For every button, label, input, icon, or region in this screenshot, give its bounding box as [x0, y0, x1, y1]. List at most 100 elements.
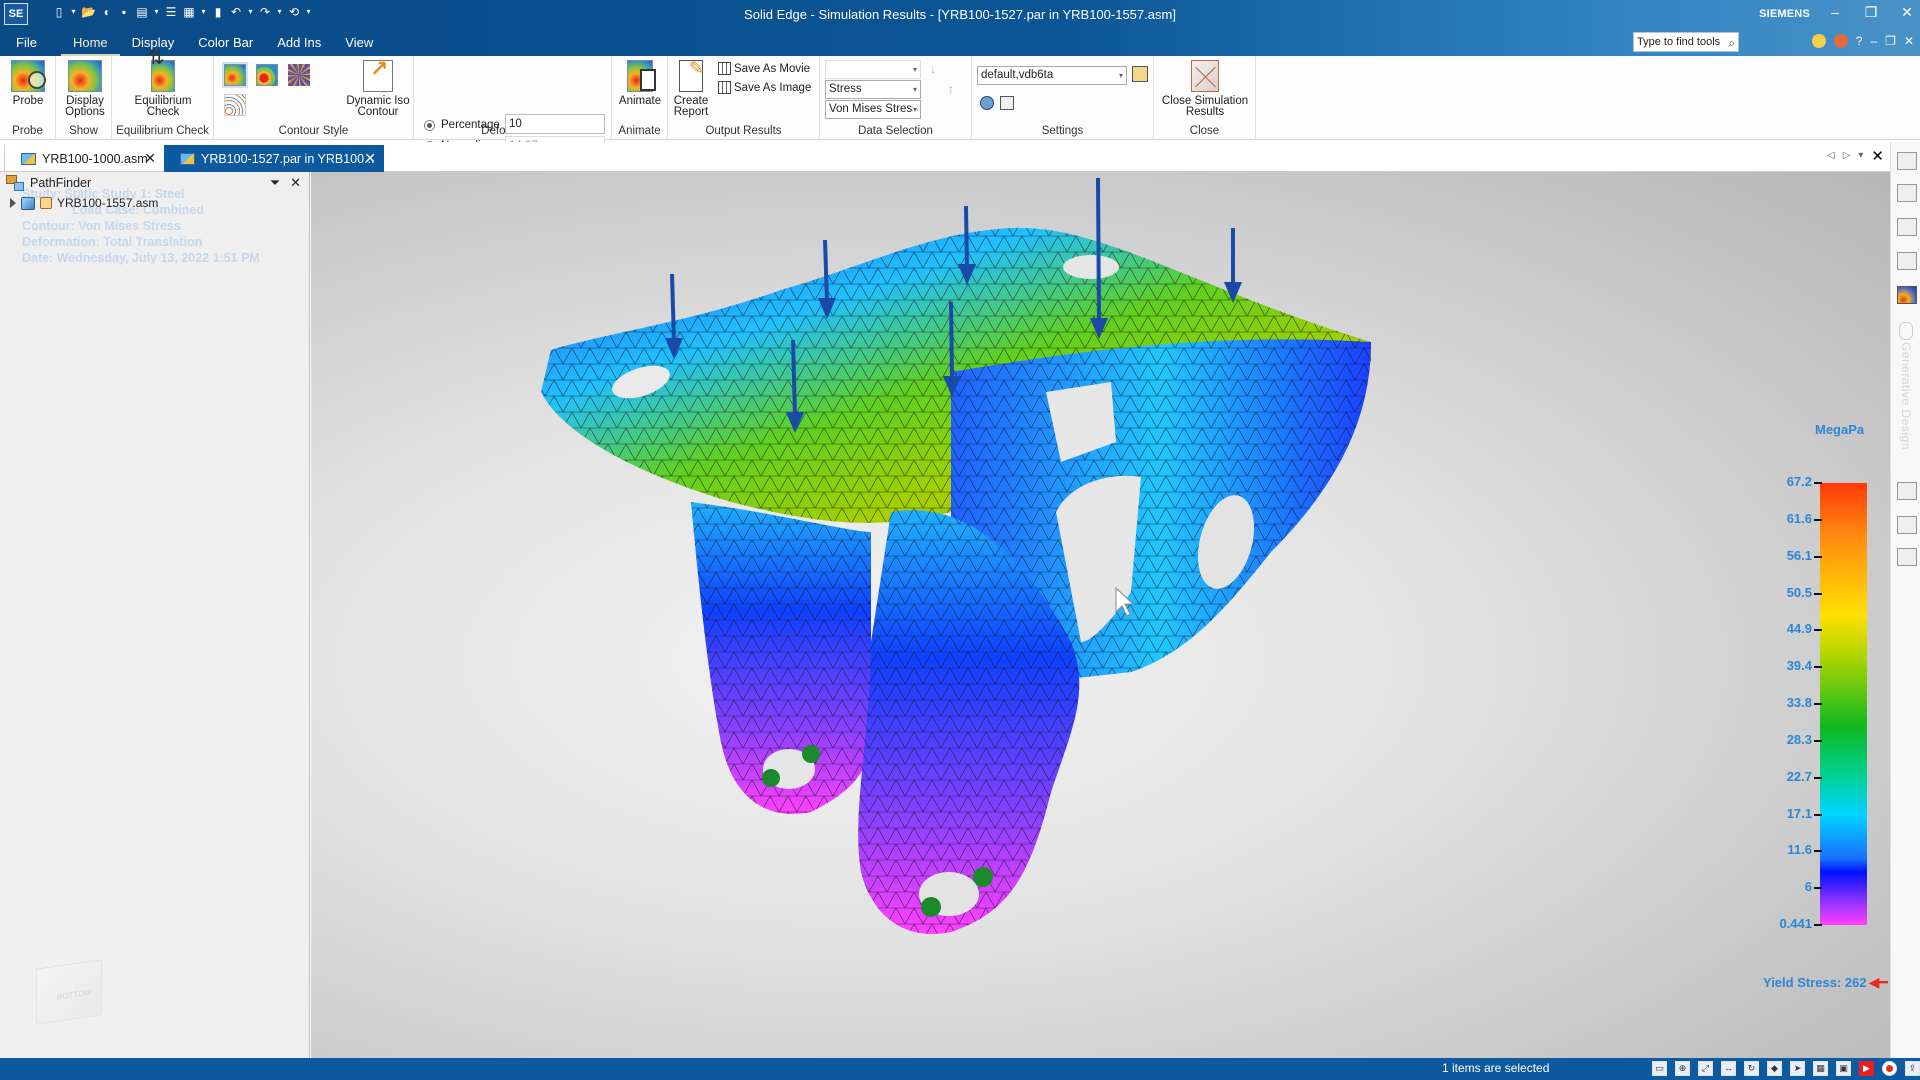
animate-label: Animate	[618, 95, 662, 107]
ribbon: Probe Probe Display Options Show Equilib…	[0, 53, 1920, 173]
tree-item-label: YRB100-1557.asm	[57, 196, 159, 210]
selection-icon[interactable]: ▣	[1836, 1061, 1851, 1076]
study-info-line: Date: Wednesday, July 13, 2022 1:51 PM	[22, 251, 260, 265]
animate-button[interactable]: Animate	[618, 60, 662, 107]
pan-icon[interactable]: ↔	[1721, 1061, 1736, 1076]
grid-icon[interactable]	[1897, 252, 1917, 270]
tab-view[interactable]: View	[333, 32, 385, 56]
navigate-icon[interactable]: ➤	[1790, 1061, 1805, 1076]
minimize-button[interactable]: –	[1828, 4, 1842, 21]
iso-lines-icon[interactable]	[224, 94, 246, 116]
tree-item[interactable]: YRB100-1557.asm	[10, 196, 158, 210]
animate-icon	[627, 60, 656, 92]
assembly-view-icon[interactable]	[1897, 184, 1917, 202]
save-settings-icon[interactable]	[1132, 66, 1148, 82]
doc-minimize-button[interactable]: –	[1870, 34, 1877, 48]
color-results-icon[interactable]	[1897, 286, 1917, 304]
rotate-icon[interactable]: ↻	[1744, 1061, 1759, 1076]
save-as-image-label: Save As Image	[734, 81, 812, 94]
close-simulation-results-button[interactable]: Close Simulation Results	[1158, 60, 1252, 118]
doc-tab-yrb100-1000[interactable]: YRB100-1000.asm ✕	[4, 145, 164, 172]
zoom-area-icon[interactable]: ▭	[1652, 1061, 1667, 1076]
window-controls: – ❐ ✕	[1828, 4, 1914, 21]
fit-icon[interactable]: ⤢	[1698, 1061, 1713, 1076]
doc-close-button[interactable]: ✕	[1904, 34, 1914, 48]
fea-mesh-model[interactable]	[311, 172, 1890, 1058]
selection-status: 1 items are selected	[1442, 1061, 1550, 1075]
expand-icon[interactable]	[10, 198, 16, 208]
youtube-icon[interactable]: ▶	[1859, 1061, 1874, 1076]
tab-scroll-left-icon[interactable]: ◁	[1827, 150, 1835, 165]
percentage-label: Percentage	[441, 119, 500, 131]
legend-tick-label: 50.5	[1707, 585, 1822, 600]
rendering-icon[interactable]	[1897, 482, 1917, 500]
siemens-brand: SIEMENS	[1759, 8, 1810, 20]
group-label-close: Close	[1189, 125, 1220, 137]
create-report-button[interactable]: Create Report	[672, 60, 710, 118]
smile-feedback-icon[interactable]	[1811, 34, 1826, 48]
percentage-option[interactable]: Percentage	[424, 119, 500, 131]
close-window-button[interactable]: ✕	[1900, 4, 1914, 21]
record-icon[interactable]	[1882, 1061, 1897, 1076]
percentage-radio[interactable]	[424, 119, 435, 131]
color-bar[interactable]	[1820, 483, 1867, 925]
doc-restore-button[interactable]: ❐	[1885, 34, 1896, 48]
help-controls: ? – ❐ ✕	[1811, 34, 1914, 48]
percentage-input[interactable]: 10	[505, 114, 605, 134]
tab-file[interactable]: File	[0, 32, 61, 56]
layers-icon[interactable]: ▦	[1813, 1061, 1828, 1076]
tab-color-bar[interactable]: Color Bar	[186, 32, 265, 56]
frown-feedback-icon[interactable]	[1833, 34, 1848, 48]
load-settings-icon[interactable]	[980, 96, 994, 110]
save-as-image-button[interactable]: Save As Image	[718, 81, 811, 94]
tab-home[interactable]: Home	[60, 32, 120, 56]
result-type-combo[interactable]: Stress ▾	[825, 80, 921, 99]
generative-design-icon[interactable]	[1899, 322, 1913, 340]
close-all-tabs-icon[interactable]: ✕	[1871, 147, 1884, 165]
smooth-contour-icon[interactable]	[222, 62, 248, 88]
structure-icon[interactable]	[1897, 516, 1917, 534]
settings-options-icon[interactable]	[1000, 96, 1014, 110]
tab-list-icon[interactable]: ▾	[1858, 150, 1863, 165]
equilibrium-check-button[interactable]: Equilibrium Check	[130, 53, 196, 118]
view-style-icon[interactable]: ◆	[1767, 1061, 1782, 1076]
search-icon[interactable]: ⌕	[1728, 34, 1735, 52]
graphics-viewport[interactable]: MegaPa 67.2 61.6 56.1 50.5 44.9 39.4 33.8 28.3 2…	[311, 172, 1890, 1058]
settings-gear-icon[interactable]	[1897, 548, 1917, 566]
dynamic-iso-contour-button[interactable]: Dynamic Iso Contour	[346, 60, 410, 118]
element-contour-icon[interactable]	[288, 64, 310, 86]
settings-preset-combo[interactable]: default,vdb6ta ▾	[977, 66, 1127, 85]
share-icon[interactable]: ⇪	[1905, 1061, 1920, 1076]
tab-add-ins[interactable]: Add Ins	[265, 32, 333, 56]
tab-scroll-right-icon[interactable]: ▷	[1843, 150, 1851, 165]
generative-design-label[interactable]: Generative Design	[1899, 342, 1913, 450]
close-tab-icon[interactable]: ✕	[144, 150, 156, 167]
component-combo[interactable]: Von Mises Stress ▾	[825, 100, 921, 119]
banded-contour-icon[interactable]	[256, 64, 278, 86]
docking-pane-icon[interactable]	[1897, 152, 1917, 170]
study-info-line: Contour: Von Mises Stress	[22, 219, 181, 233]
group-label-data-selection: Data Selection	[858, 125, 933, 137]
status-bar: 1 items are selected ▭ ⊕ ⤢ ↔ ↻ ◆ ➤ ▦ ▣ ▶ ⇪	[0, 1058, 1920, 1080]
yield-stress-marker: Yield Stress: 262 ◀━	[1763, 974, 1888, 991]
move-up-arrow-icon[interactable]: ↑	[948, 82, 954, 96]
find-tools-input[interactable]: Type to find tools ⌕	[1633, 32, 1739, 52]
doc-tab-yrb100-1527[interactable]: YRB100-1527.par in YRB100... ✕	[164, 145, 384, 172]
zoom-icon[interactable]: ⊕	[1675, 1061, 1690, 1076]
document-tabs: YRB100-1000.asm ✕ YRB100-1527.par in YRB…	[0, 142, 1920, 172]
probe-button[interactable]: Probe	[11, 60, 46, 107]
save-as-movie-button[interactable]: Save As Movie	[718, 62, 810, 75]
pathfinder-icon	[6, 175, 24, 191]
move-down-arrow-icon[interactable]: ↓	[930, 62, 936, 76]
data-selection-top-combo[interactable]: ▾	[825, 60, 921, 79]
view-sketch-icon[interactable]	[1897, 218, 1917, 236]
pathfinder-close-icon[interactable]: ✕	[290, 175, 301, 191]
create-report-label-2: Report	[673, 106, 709, 118]
close-tab-icon[interactable]: ✕	[364, 150, 376, 167]
pathfinder-title: PathFinder	[30, 176, 92, 190]
restore-button[interactable]: ❐	[1864, 4, 1878, 21]
display-options-button[interactable]: Display Options	[64, 60, 106, 118]
pathfinder-menu-icon[interactable]: ⏷	[270, 175, 280, 191]
view-cube[interactable]: BOTTOM	[36, 959, 102, 1025]
help-button[interactable]: ?	[1856, 34, 1863, 48]
